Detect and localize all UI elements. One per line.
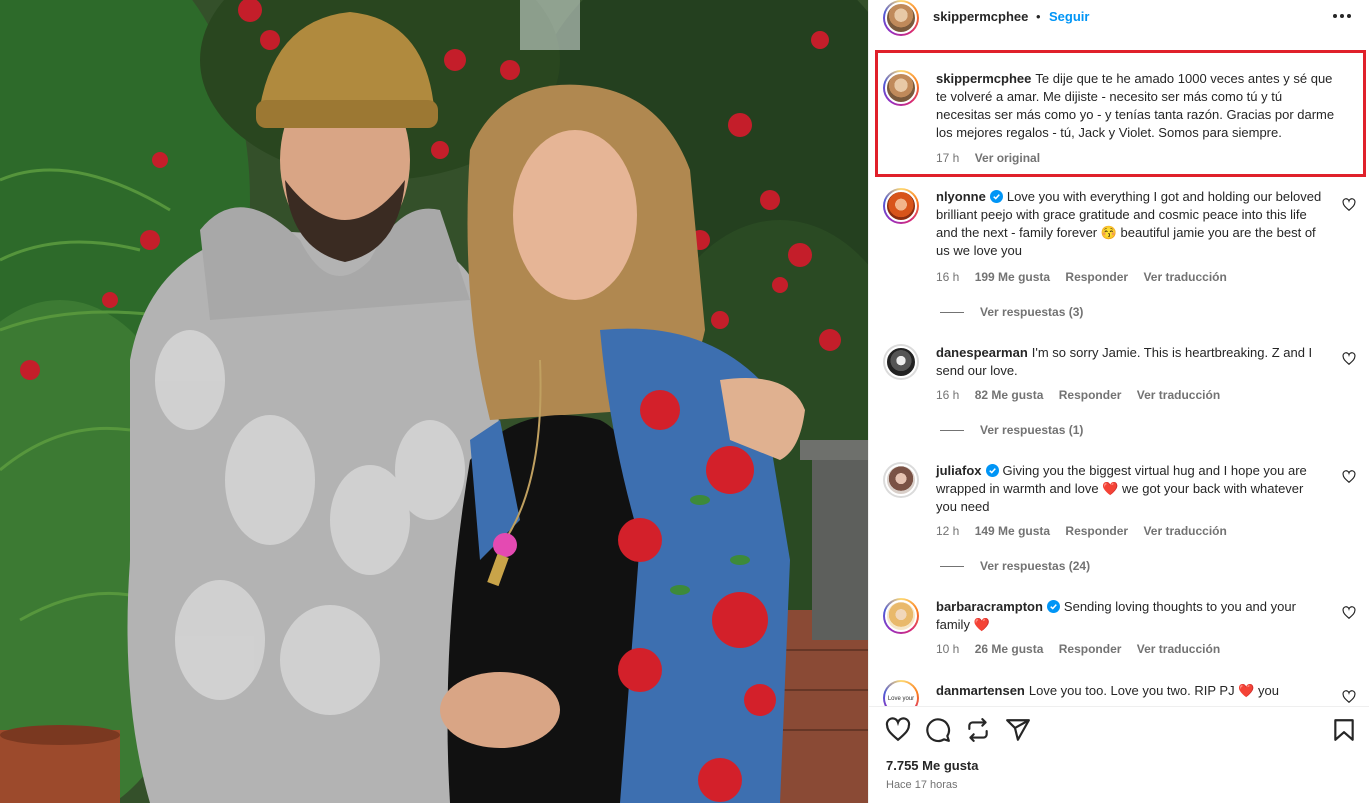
caption-time: 17 h xyxy=(936,151,960,165)
comment-meta: 12 h 149 Me gusta Responder Ver traducci… xyxy=(936,524,1239,538)
separator-dot: • xyxy=(1036,9,1041,24)
reply-button[interactable]: Responder xyxy=(1065,270,1128,284)
comment-username[interactable]: barbaracrampton xyxy=(936,599,1043,614)
verified-badge-icon xyxy=(1046,600,1060,613)
comment-avatar[interactable] xyxy=(883,598,919,634)
replies-line xyxy=(940,566,964,568)
comment-text-block: nlyonne Love you with everything I got an… xyxy=(936,188,1326,260)
translate-button[interactable]: Ver traducción xyxy=(1143,270,1226,284)
caption-meta: 17 h Ver original xyxy=(936,151,1052,165)
view-replies-button[interactable]: Ver respuestas (1) xyxy=(940,423,1083,437)
comment-meta: 16 h 82 Me gusta Responder Ver traducció… xyxy=(936,388,1232,402)
comment-time: 16 h xyxy=(936,270,960,284)
translate-button[interactable]: Ver traducción xyxy=(1143,524,1226,538)
view-replies-button[interactable]: Ver respuestas (24) xyxy=(940,559,1090,573)
likes-count[interactable]: 7.755 Me gusta xyxy=(886,758,979,773)
replies-line xyxy=(940,312,964,314)
comment-avatar[interactable]: Love your ptyinneonr xyxy=(883,680,919,706)
view-replies-label: Ver respuestas (24) xyxy=(980,559,1091,573)
bookmark-icon[interactable] xyxy=(1331,717,1357,743)
author-username[interactable]: skippermcphee xyxy=(933,9,1028,24)
send-icon[interactable] xyxy=(1005,717,1031,743)
comment-like-heart-icon[interactable] xyxy=(1342,198,1356,212)
see-original-link[interactable]: Ver original xyxy=(975,151,1040,165)
repost-icon[interactable] xyxy=(965,717,991,743)
comment-meta: 10 h 26 Me gusta Responder Ver traducció… xyxy=(936,642,1232,656)
comment-likes-count[interactable]: 199 Me gusta xyxy=(975,270,1050,284)
more-options-icon[interactable] xyxy=(1330,6,1354,26)
heart-icon[interactable] xyxy=(885,717,911,743)
comment-text-block: danespearman I'm so sorry Jamie. This is … xyxy=(936,344,1326,380)
comment-text-block: danmartensen Love you too. Love you two. … xyxy=(936,682,1326,700)
comment-time: 16 h xyxy=(936,388,960,402)
comment-like-heart-icon[interactable] xyxy=(1342,352,1356,366)
reply-button[interactable]: Responder xyxy=(1059,642,1122,656)
comment-username[interactable]: nlyonne xyxy=(936,189,986,204)
comment-icon[interactable] xyxy=(925,717,951,743)
view-replies-button[interactable]: Ver respuestas (3) xyxy=(940,305,1083,319)
comment-likes-count[interactable]: 82 Me gusta xyxy=(975,388,1044,402)
comment-like-heart-icon[interactable] xyxy=(1342,606,1356,620)
comment-username[interactable]: danespearman xyxy=(936,345,1028,360)
comment-meta: 16 h 199 Me gusta Responder Ver traducci… xyxy=(936,270,1239,284)
comment-avatar[interactable] xyxy=(883,462,919,498)
comment-item: Love your ptyinneonr danmartensenLove yo… xyxy=(869,680,1369,706)
comment-time: 10 h xyxy=(936,642,960,656)
post-header: skippermcphee • Seguir xyxy=(869,0,1369,36)
comment-text-block: barbaracrampton Sending loving thoughts t… xyxy=(936,598,1326,634)
verified-badge-icon xyxy=(989,190,1003,203)
comment-avatar[interactable] xyxy=(883,188,919,224)
caption-text-block: skippermcphee Te dije que te he amado 100… xyxy=(936,70,1336,142)
comment-text-block: juliafox Giving you the biggest virtual h… xyxy=(936,462,1326,516)
caption-avatar[interactable] xyxy=(883,70,919,106)
reply-button[interactable]: Responder xyxy=(1065,524,1128,538)
comment-time: 12 h xyxy=(936,524,960,538)
comment-like-heart-icon[interactable] xyxy=(1342,470,1356,484)
caption-username[interactable]: skippermcphee xyxy=(936,71,1031,86)
translate-button[interactable]: Ver traducción xyxy=(1137,642,1220,656)
replies-line xyxy=(940,430,964,432)
post-time: Hace 17 horas xyxy=(886,779,958,791)
comment-text: Love you too. Love you two. RIP PJ ❤️ yo… xyxy=(1028,683,1279,698)
comment-likes-count[interactable]: 26 Me gusta xyxy=(975,642,1044,656)
author-avatar[interactable] xyxy=(883,0,919,36)
translate-button[interactable]: Ver traducción xyxy=(1137,388,1220,402)
view-replies-label: Ver respuestas (1) xyxy=(980,423,1084,437)
comment-username[interactable]: danmartensen xyxy=(936,683,1025,698)
comment-likes-count[interactable]: 149 Me gusta xyxy=(975,524,1050,538)
reply-button[interactable]: Responder xyxy=(1059,388,1122,402)
verified-badge-icon xyxy=(985,464,999,477)
comment-like-heart-icon[interactable] xyxy=(1342,690,1356,704)
comment-avatar[interactable] xyxy=(883,344,919,380)
comments-panel: skippermcphee • Seguir skippermcphee Te d… xyxy=(868,0,1369,803)
comment-username[interactable]: juliafox xyxy=(936,463,982,478)
post-photo[interactable] xyxy=(0,0,868,803)
post-footer: 7.755 Me gusta Hace 17 horas xyxy=(869,706,1369,803)
follow-button[interactable]: Seguir xyxy=(1049,9,1089,24)
view-replies-label: Ver respuestas (3) xyxy=(980,305,1084,319)
photo-illustration xyxy=(0,0,868,803)
